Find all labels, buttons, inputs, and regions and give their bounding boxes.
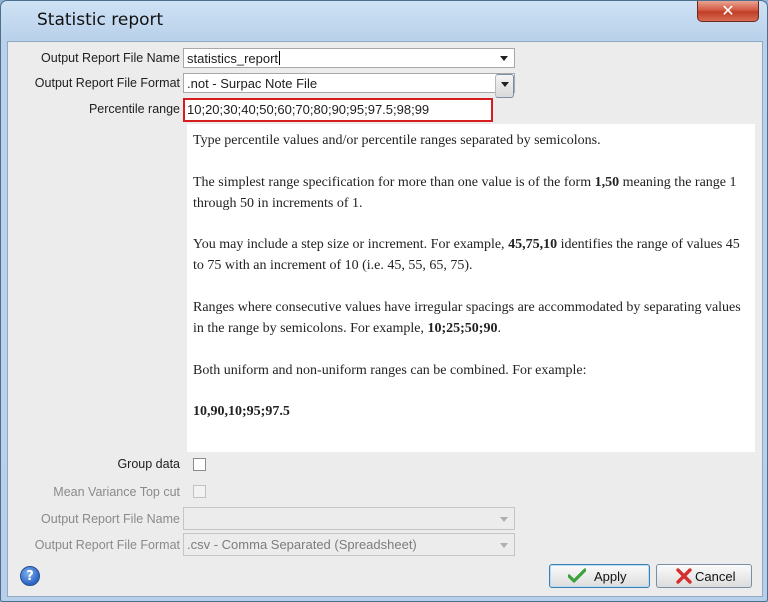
help-paragraph-2: The simplest range specification for mor…: [193, 175, 737, 211]
window-title: Statistic report: [37, 10, 164, 30]
help-paragraph-5: Both uniform and non-uniform ranges can …: [193, 363, 587, 378]
output-file-format-2-select[interactable]: .csv - Comma Separated (Spreadsheet): [183, 533, 515, 556]
output-file-format-value: .not - Surpac Note File: [187, 76, 318, 91]
cancel-button[interactable]: Cancel: [656, 564, 752, 588]
output-file-name-2-label: Output Report File Name: [41, 512, 180, 526]
output-file-name-value: statistics_report: [187, 51, 279, 66]
percentile-range-label: Percentile range: [88, 102, 180, 116]
chevron-down-icon[interactable]: [495, 49, 514, 67]
help-paragraph-1: Type percentile values and/or percentile…: [193, 133, 601, 148]
apply-button[interactable]: Apply: [549, 564, 650, 588]
help-paragraph-3: You may include a step size or increment…: [193, 237, 740, 273]
help-button[interactable]: ?: [20, 566, 40, 586]
cancel-x-icon: [676, 568, 692, 584]
group-data-label: Group data: [117, 457, 180, 471]
percentile-range-highlight: [183, 98, 493, 122]
output-file-format-2-label: Output Report File Format: [34, 538, 180, 552]
apply-button-label: Apply: [594, 569, 627, 584]
output-file-format-select[interactable]: .not - Surpac Note File: [183, 73, 515, 98]
text-caret: [279, 51, 281, 65]
help-icon: ?: [26, 569, 34, 584]
output-file-name-2-combobox[interactable]: [183, 507, 515, 530]
chevron-down-icon[interactable]: [495, 74, 514, 98]
close-icon: ✕: [721, 1, 735, 20]
help-text-panel: Type percentile values and/or percentile…: [187, 124, 755, 452]
output-file-name-combobox[interactable]: statistics_report: [183, 48, 515, 68]
checkmark-icon: [568, 568, 586, 583]
help-paragraph-6: 10,90,10;95;97.5: [193, 404, 290, 419]
help-paragraph-4: Ranges where consecutive values have irr…: [193, 300, 741, 336]
mean-variance-top-cut-label: Mean Variance Top cut: [53, 485, 180, 499]
chevron-down-icon[interactable]: [495, 510, 514, 528]
output-file-format-2-value: .csv - Comma Separated (Spreadsheet): [187, 537, 417, 552]
dialog-content: Output Report File Name statistics_repor…: [7, 41, 763, 597]
title-bar[interactable]: Statistic report ✕: [1, 1, 767, 39]
output-file-name-label: Output Report File Name: [41, 51, 180, 65]
chevron-down-icon[interactable]: [495, 536, 514, 554]
cancel-button-label: Cancel: [695, 569, 736, 584]
output-file-format-label: Output Report File Format: [34, 76, 180, 90]
mean-variance-top-cut-checkbox[interactable]: [193, 485, 206, 498]
close-button[interactable]: ✕: [697, 1, 759, 22]
group-data-checkbox[interactable]: [193, 458, 206, 471]
statistic-report-dialog: Statistic report ✕ Output Report File Na…: [0, 0, 768, 602]
